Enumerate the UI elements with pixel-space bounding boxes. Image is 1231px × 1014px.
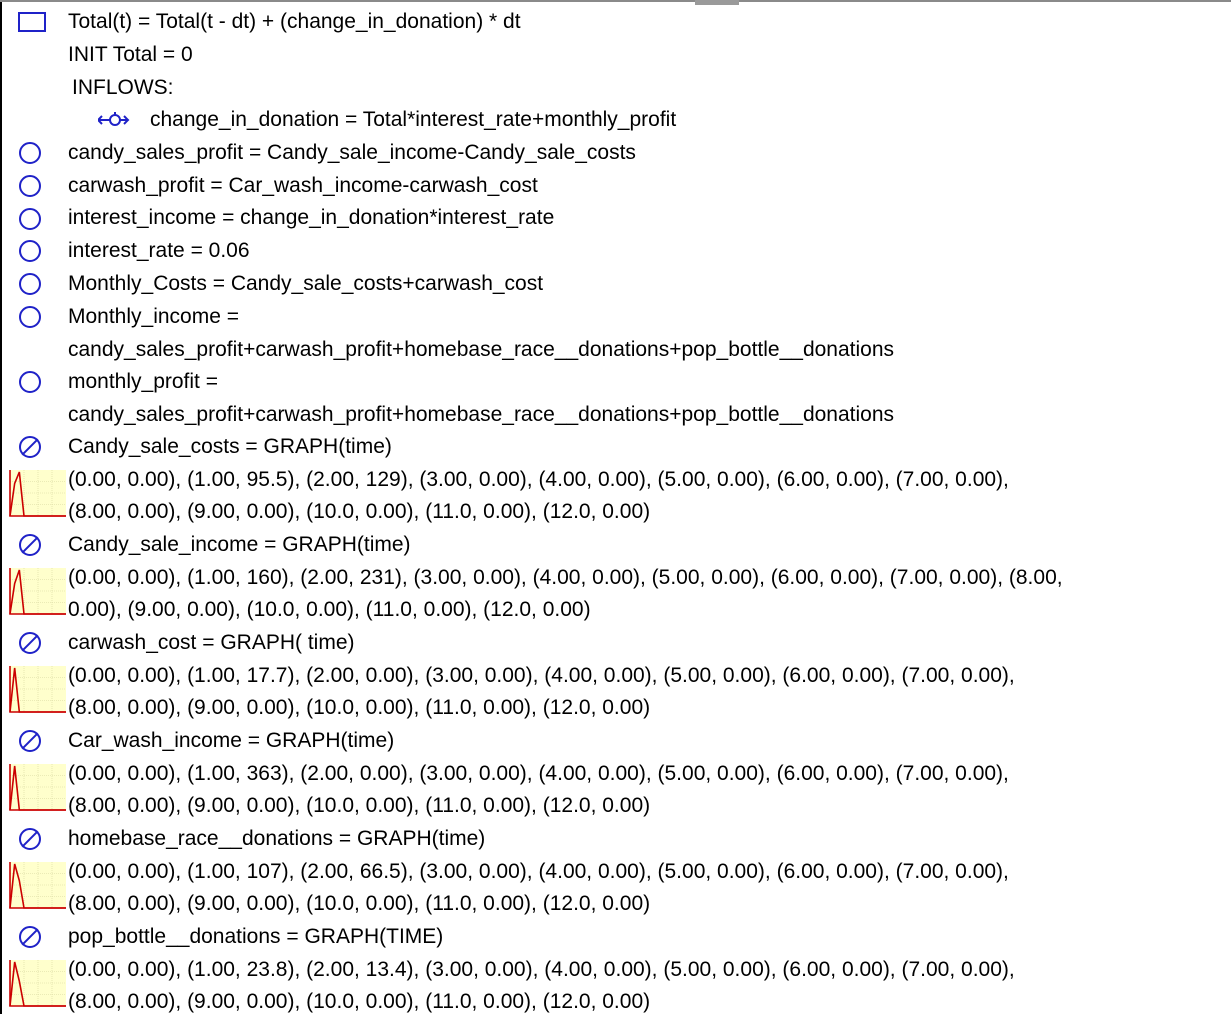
graph-name-candy-sale-costs[interactable]: Candy_sale_costs = GRAPH(time) bbox=[68, 435, 392, 459]
graph-points-line1: (0.00, 0.00), (1.00, 363), (2.00, 0.00),… bbox=[68, 762, 1009, 785]
graph-points-line2: (8.00, 0.00), (9.00, 0.00), (10.0, 0.00)… bbox=[68, 794, 651, 817]
converter-icon[interactable] bbox=[19, 142, 41, 164]
graph-points-line1: (0.00, 0.00), (1.00, 23.8), (2.00, 13.4)… bbox=[68, 958, 1015, 981]
graph-name-car-wash-income[interactable]: Car_wash_income = GRAPH(time) bbox=[68, 729, 394, 753]
converter-icon[interactable] bbox=[19, 208, 41, 230]
graph-converter-icon[interactable] bbox=[19, 632, 41, 654]
converter-icon[interactable] bbox=[19, 175, 41, 197]
converter-carwash-profit[interactable]: carwash_profit = Car_wash_income-carwash… bbox=[68, 174, 538, 198]
graph-points-line1: (0.00, 0.00), (1.00, 95.5), (2.00, 129),… bbox=[68, 468, 1009, 491]
converter-icon[interactable] bbox=[19, 306, 41, 328]
graph-converter-icon[interactable] bbox=[19, 534, 41, 556]
inflows-label: INFLOWS: bbox=[72, 76, 174, 99]
window-top-border bbox=[0, 0, 1231, 2]
graph-name-pop-bottle-donations[interactable]: pop_bottle__donations = GRAPH(TIME) bbox=[68, 925, 443, 949]
converter-candy-sales-profit[interactable]: candy_sales_profit = Candy_sale_income-C… bbox=[68, 141, 636, 165]
graph-thumbnail[interactable] bbox=[8, 664, 68, 716]
graph-thumbnail[interactable] bbox=[8, 762, 68, 814]
graph-points-line1: (0.00, 0.00), (1.00, 160), (2.00, 231), … bbox=[68, 566, 1063, 589]
converter-monthly-costs[interactable]: Monthly_Costs = Candy_sale_costs+carwash… bbox=[68, 272, 543, 296]
converter-monthly-income[interactable]: Monthly_income = bbox=[68, 305, 239, 329]
window-left-border bbox=[0, 0, 2, 1014]
stock-icon[interactable] bbox=[18, 12, 46, 32]
graph-converter-icon[interactable] bbox=[19, 436, 41, 458]
converter-interest-income[interactable]: interest_income = change_in_donation*int… bbox=[68, 206, 554, 230]
converter-icon[interactable] bbox=[19, 371, 41, 393]
graph-name-carwash-cost[interactable]: carwash_cost = GRAPH( time) bbox=[68, 631, 355, 655]
graph-name-candy-sale-income[interactable]: Candy_sale_income = GRAPH(time) bbox=[68, 533, 411, 557]
stock-equation[interactable]: Total(t) = Total(t - dt) + (change_in_do… bbox=[68, 10, 521, 34]
graph-points-line2: (8.00, 0.00), (9.00, 0.00), (10.0, 0.00)… bbox=[68, 500, 651, 523]
converter-icon[interactable] bbox=[19, 240, 41, 262]
graph-name-homebase-race-donations[interactable]: homebase_race__donations = GRAPH(time) bbox=[68, 827, 485, 851]
converter-icon[interactable] bbox=[19, 273, 41, 295]
graph-thumbnail[interactable] bbox=[8, 566, 68, 618]
graph-converter-icon[interactable] bbox=[19, 828, 41, 850]
converter-monthly-income-expr: candy_sales_profit+carwash_profit+homeba… bbox=[68, 338, 895, 361]
graph-points-line2: 0.00), (9.00, 0.00), (10.0, 0.00), (11.0… bbox=[68, 598, 591, 621]
graph-converter-icon[interactable] bbox=[19, 730, 41, 752]
graph-points-line1: (0.00, 0.00), (1.00, 107), (2.00, 66.5),… bbox=[68, 860, 1009, 883]
graph-points-line2: (8.00, 0.00), (9.00, 0.00), (10.0, 0.00)… bbox=[68, 696, 651, 719]
graph-thumbnail[interactable] bbox=[8, 958, 68, 1010]
stock-init: INIT Total = 0 bbox=[68, 43, 193, 66]
inflow-equation[interactable]: change_in_donation = Total*interest_rate… bbox=[150, 108, 676, 132]
graph-points-line1: (0.00, 0.00), (1.00, 17.7), (2.00, 0.00)… bbox=[68, 664, 1015, 687]
converter-interest-rate[interactable]: interest_rate = 0.06 bbox=[68, 239, 250, 263]
window-tab-indicator bbox=[695, 0, 739, 5]
graph-thumbnail[interactable] bbox=[8, 468, 68, 520]
converter-monthly-profit-expr: candy_sales_profit+carwash_profit+homeba… bbox=[68, 403, 895, 426]
flow-icon[interactable] bbox=[98, 110, 134, 130]
graph-points-line2: (8.00, 0.00), (9.00, 0.00), (10.0, 0.00)… bbox=[68, 990, 651, 1013]
graph-converter-icon[interactable] bbox=[19, 926, 41, 948]
graph-thumbnail[interactable] bbox=[8, 860, 68, 912]
graph-points-line2: (8.00, 0.00), (9.00, 0.00), (10.0, 0.00)… bbox=[68, 892, 651, 915]
converter-monthly-profit[interactable]: monthly_profit = bbox=[68, 370, 218, 394]
